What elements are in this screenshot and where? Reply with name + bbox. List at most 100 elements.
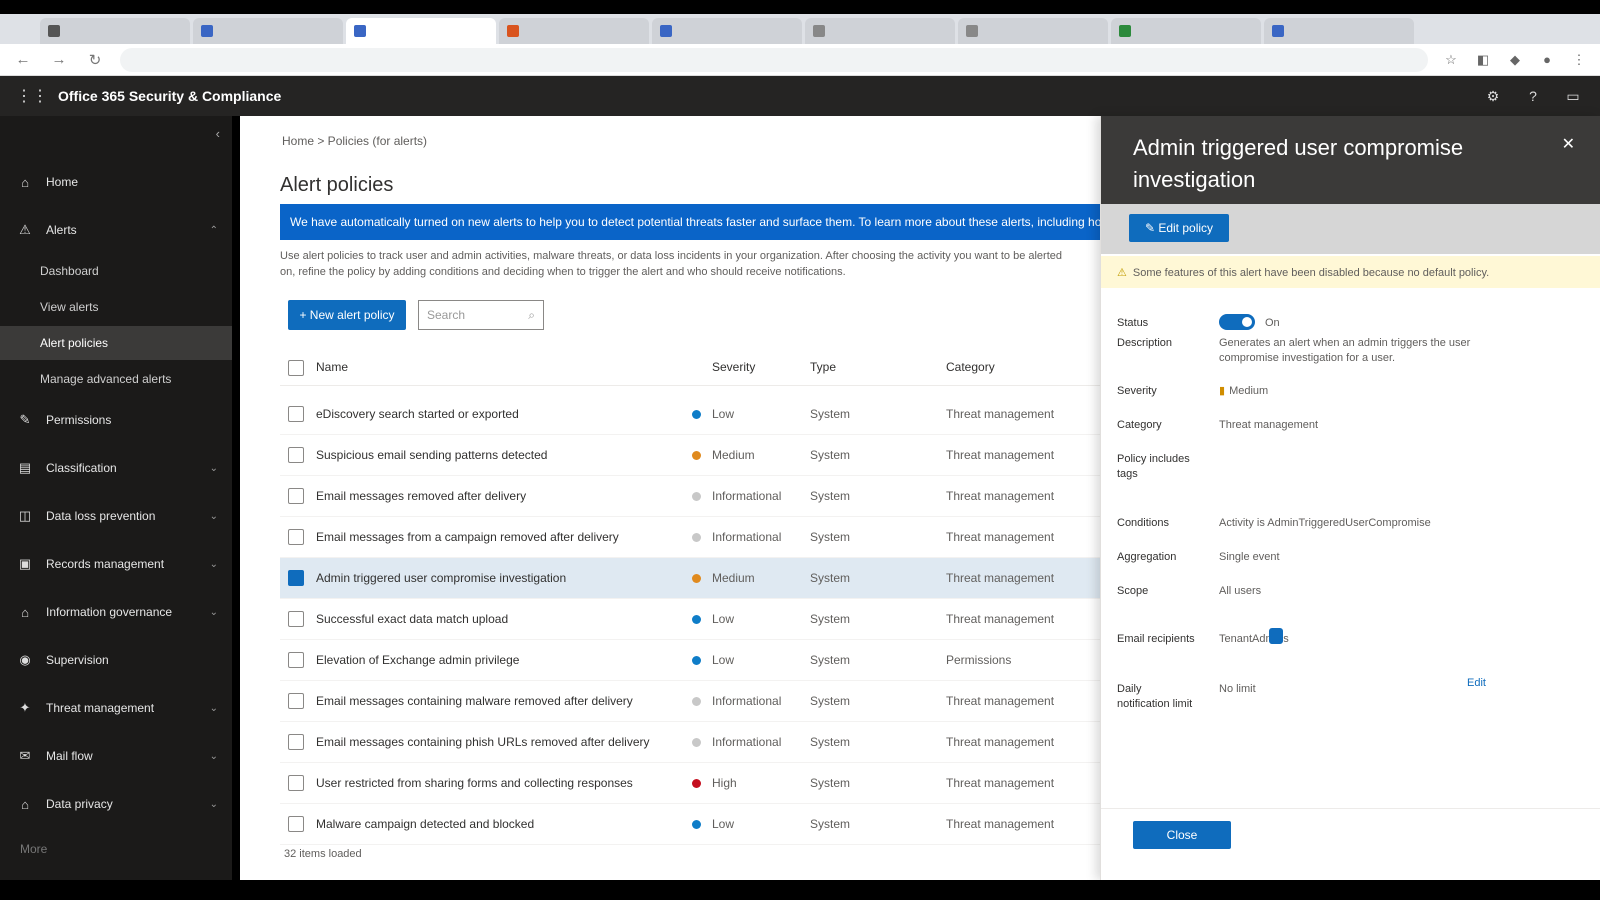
policy-name: Email messages containing malware remove… — [316, 694, 633, 708]
browser-tab[interactable] — [652, 18, 802, 44]
nav-item-data-loss-prevention[interactable]: ◫ Data loss prevention ⌄ — [0, 498, 232, 534]
nav-item-supervision[interactable]: ◉ Supervision — [0, 642, 232, 678]
table-row[interactable]: Elevation of Exchange admin privilege Low… — [280, 640, 1100, 681]
row-checkbox[interactable] — [288, 734, 304, 750]
table-row[interactable]: Email messages containing malware remove… — [280, 681, 1100, 722]
back-icon[interactable]: ← — [12, 49, 34, 71]
row-checkbox[interactable] — [288, 652, 304, 668]
row-checkbox[interactable] — [288, 611, 304, 627]
nav-subitem-dashboard[interactable]: Dashboard — [0, 254, 232, 288]
policy-category: Threat management — [946, 735, 1055, 749]
edit-policy-button[interactable]: ✎ Edit policy — [1129, 214, 1229, 242]
select-all-checkbox[interactable] — [288, 360, 304, 376]
close-button[interactable]: Close — [1133, 821, 1231, 849]
nav-more[interactable]: More — [0, 832, 232, 866]
table-row[interactable]: Email messages containing phish URLs rem… — [280, 722, 1100, 763]
table-row[interactable]: Suspicious email sending patterns detect… — [280, 435, 1100, 476]
profile-icon[interactable]: ● — [1538, 51, 1556, 69]
search-input[interactable]: Search ⌕ — [418, 300, 544, 330]
nav-item-mail-flow[interactable]: ✉ Mail flow ⌄ — [0, 738, 232, 774]
row-checkbox[interactable] — [288, 529, 304, 545]
forward-icon[interactable]: → — [48, 49, 70, 71]
chevron-down-icon[interactable]: ⌄ — [210, 751, 218, 762]
browser-tab[interactable] — [1264, 18, 1414, 44]
chevron-down-icon[interactable]: ⌄ — [210, 703, 218, 714]
browser-tab[interactable] — [499, 18, 649, 44]
table-row[interactable]: eDiscovery search started or exported Low… — [280, 394, 1100, 435]
tab-favicon-icon — [48, 25, 60, 37]
settings-icon[interactable]: ⚙ — [1482, 85, 1504, 107]
column-header-severity[interactable]: Severity — [712, 360, 755, 374]
nav-item-classification[interactable]: ▤ Classification ⌄ — [0, 450, 232, 486]
help-icon[interactable]: ? — [1522, 85, 1544, 107]
puzzle-icon[interactable]: ◆ — [1506, 51, 1524, 69]
severity-medium-icon: ▮ — [1219, 385, 1226, 397]
nav-item-data-privacy[interactable]: ⌂ Data privacy ⌄ — [0, 786, 232, 822]
refresh-icon[interactable]: ↻ — [84, 49, 106, 71]
severity-indicator-icon — [692, 820, 701, 829]
url-bar[interactable] — [120, 47, 1428, 72]
nav-subitem-view-alerts[interactable]: View alerts — [0, 290, 232, 324]
notification-limit-edit-link[interactable]: Edit — [1467, 676, 1486, 691]
table-row[interactable]: User restricted from sharing forms and c… — [280, 763, 1100, 804]
browser-tab[interactable] — [346, 18, 496, 44]
nav-item-records-management[interactable]: ▣ Records management ⌄ — [0, 546, 232, 582]
status-toggle[interactable] — [1219, 314, 1255, 330]
column-header-name[interactable]: Name — [316, 360, 348, 374]
browser-tab[interactable] — [40, 18, 190, 44]
nav-item-label: Data privacy — [46, 797, 113, 811]
severity-value: ▮ Medium — [1219, 384, 1268, 399]
row-checkbox[interactable] — [288, 406, 304, 422]
browser-tab[interactable] — [193, 18, 343, 44]
email-recipients-toggle[interactable] — [1269, 628, 1283, 644]
collapse-nav-icon[interactable]: ‹ — [216, 126, 220, 141]
app-launcher-icon[interactable]: ⋮⋮ — [16, 86, 48, 106]
nav-item-home[interactable]: ⌂ Home — [0, 164, 232, 200]
row-checkbox[interactable] — [288, 447, 304, 463]
menu-icon[interactable]: ⋮ — [1570, 51, 1588, 69]
chevron-down-icon[interactable]: ⌄ — [210, 511, 218, 522]
column-header-type[interactable]: Type — [810, 360, 836, 374]
severity-indicator-icon — [692, 615, 701, 624]
policy-type: System — [810, 694, 851, 708]
chevron-down-icon[interactable]: ⌄ — [210, 607, 218, 618]
close-icon[interactable]: ✕ — [1562, 134, 1575, 154]
nav-item-permissions[interactable]: ✎ Permissions — [0, 402, 232, 438]
policy-category: Threat management — [946, 448, 1055, 462]
policy-severity: Informational — [712, 694, 782, 708]
extension-icon[interactable]: ◧ — [1474, 51, 1492, 69]
row-checkbox[interactable] — [288, 570, 304, 586]
row-checkbox[interactable] — [288, 775, 304, 791]
browser-tab[interactable] — [805, 18, 955, 44]
row-checkbox[interactable] — [288, 693, 304, 709]
browser-tab[interactable] — [958, 18, 1108, 44]
alert-icon: ⚠ — [19, 222, 31, 237]
key-icon: ✎ — [19, 412, 31, 427]
policy-name: User restricted from sharing forms and c… — [316, 776, 633, 790]
row-checkbox[interactable] — [288, 816, 304, 832]
chevron-down-icon[interactable]: ⌄ — [210, 799, 218, 810]
column-header-category[interactable]: Category — [946, 360, 995, 374]
nav-item-threat-management[interactable]: ✦ Threat management ⌄ — [0, 690, 232, 726]
breadcrumb[interactable]: Home > Policies (for alerts) — [282, 134, 427, 148]
nav-item-alerts[interactable]: ⚠ Alerts ⌃ — [0, 212, 232, 248]
nav-item-label: Home — [46, 175, 79, 189]
table-row[interactable]: Email messages from a campaign removed a… — [280, 517, 1100, 558]
nav-item-label: Records management — [46, 557, 165, 571]
nav-item-information-governance[interactable]: ⌂ Information governance ⌄ — [0, 594, 232, 630]
new-alert-policy-button[interactable]: + New alert policy — [288, 300, 406, 330]
table-row[interactable]: Successful exact data match upload Low Sys… — [280, 599, 1100, 640]
table-row[interactable]: Email messages removed after delivery Inf… — [280, 476, 1100, 517]
browser-tab[interactable] — [1111, 18, 1261, 44]
account-icon[interactable]: ▭ — [1562, 85, 1584, 107]
chevron-down-icon[interactable]: ⌄ — [210, 463, 218, 474]
policy-type: System — [810, 571, 851, 585]
chevron-down-icon[interactable]: ⌄ — [210, 559, 218, 570]
nav-subitem-manage-advanced-alerts[interactable]: Manage advanced alerts — [0, 362, 232, 396]
star-icon[interactable]: ☆ — [1442, 51, 1460, 69]
table-row[interactable]: Admin triggered user compromise investig… — [280, 558, 1100, 599]
table-row[interactable]: Malware campaign detected and blocked Low… — [280, 804, 1100, 845]
nav-subitem-alert-policies[interactable]: Alert policies — [0, 326, 232, 360]
chevron-up-icon[interactable]: ⌃ — [210, 225, 218, 236]
row-checkbox[interactable] — [288, 488, 304, 504]
